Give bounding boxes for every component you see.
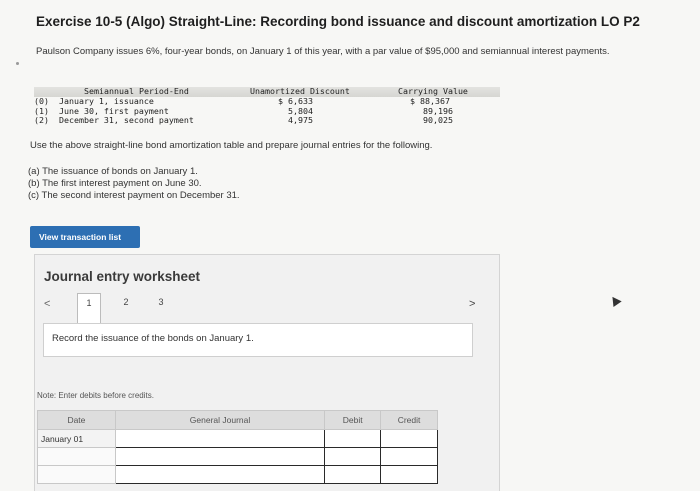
col-debit: Debit	[324, 410, 382, 430]
part-c: (c) The second interest payment on Decem…	[28, 190, 240, 201]
debit-input[interactable]	[324, 447, 382, 466]
account-input[interactable]	[114, 465, 326, 484]
journal-header-row: Date General Journal Debit Credit	[37, 410, 438, 430]
col-credit: Credit	[380, 410, 438, 430]
worksheet-tab-2[interactable]: 2	[115, 293, 137, 311]
debit-input[interactable]	[324, 465, 382, 484]
mouse-cursor-icon	[608, 293, 622, 308]
col-general-journal: General Journal	[114, 410, 326, 430]
credit-input[interactable]	[380, 465, 438, 484]
debit-input[interactable]	[324, 429, 382, 448]
part-b: (b) The first interest payment on June 3…	[28, 178, 202, 189]
col-date: Date	[37, 410, 116, 430]
credit-input[interactable]	[380, 447, 438, 466]
date-cell: January 01	[37, 429, 116, 448]
date-cell	[37, 465, 116, 484]
table-row: January 01	[37, 429, 438, 448]
page-title: Exercise 10-5 (Algo) Straight-Line: Reco…	[36, 14, 640, 29]
instructions-text: Use the above straight-line bond amortiz…	[30, 140, 433, 151]
parts-list: (a) The issuance of bonds on January 1. …	[28, 166, 240, 202]
account-input[interactable]	[114, 429, 326, 448]
prev-chevron-icon[interactable]: <	[44, 298, 50, 310]
view-transaction-list-button[interactable]: View transaction list	[30, 226, 140, 248]
part-a: (a) The issuance of bonds on January 1.	[28, 166, 198, 177]
row-2-discount: 4,975	[288, 115, 313, 126]
worksheet-title: Journal entry worksheet	[44, 269, 201, 284]
next-chevron-icon[interactable]: >	[469, 298, 475, 310]
row-2-period: (2) December 31, second payment	[34, 115, 194, 126]
worksheet-tab-1[interactable]: 1	[77, 293, 101, 324]
table-row	[37, 447, 438, 466]
problem-text: Paulson Company issues 6%, four-year bon…	[36, 46, 610, 57]
table-row	[37, 465, 438, 484]
worksheet-tab-3[interactable]: 3	[150, 293, 172, 311]
debits-note: Note: Enter debits before credits.	[37, 391, 154, 400]
date-cell	[37, 447, 116, 466]
journal-entry-table: Date General Journal Debit Credit Januar…	[37, 410, 438, 484]
row-2-carrying: 90,025	[423, 115, 453, 126]
record-instruction: Record the issuance of the bonds on Janu…	[43, 323, 473, 357]
credit-input[interactable]	[380, 429, 438, 448]
account-input[interactable]	[114, 447, 326, 466]
journal-worksheet-panel: Journal entry worksheet < 1 2 3 > Record…	[34, 254, 500, 491]
bullet-dot	[16, 62, 19, 65]
